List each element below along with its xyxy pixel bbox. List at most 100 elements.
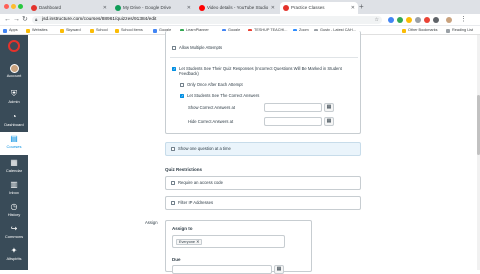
require-code-label: Require an access code: [178, 180, 223, 185]
divider: [170, 57, 358, 58]
browser-tab[interactable]: My Drive - Google Drive ✕: [112, 2, 194, 14]
back-icon[interactable]: ←: [4, 15, 11, 25]
browser-tab-strip: Dashboard ✕ My Drive - Google Drive ✕ Vi…: [0, 0, 480, 14]
bookmark-reading-list[interactable]: Reading List: [446, 27, 473, 34]
browser-tab[interactable]: Dashboard ✕: [28, 2, 110, 14]
forward-icon[interactable]: →: [13, 15, 20, 25]
require-code-option: Require an access code: [165, 176, 361, 190]
one-question-checkbox[interactable]: [171, 147, 175, 151]
only-once-checkbox[interactable]: [180, 83, 184, 87]
assign-label: Assign: [145, 220, 158, 225]
filter-ip-option: Filter IP Addresses: [165, 196, 361, 210]
only-once-label: Only Once After Each Attempt: [187, 82, 243, 87]
close-tab-icon[interactable]: ✕: [103, 2, 107, 14]
close-tab-icon[interactable]: ✕: [187, 2, 191, 14]
bookmark[interactable]: Skyward: [60, 27, 81, 34]
canvas-favicon-icon: [31, 5, 37, 11]
bookmark[interactable]: School: [90, 27, 108, 34]
nav-label: Admin: [8, 99, 20, 104]
browser-tab[interactable]: Video details - YouTube Studio ✕: [196, 2, 278, 14]
nav-label: Commons: [4, 234, 24, 239]
canvas-favicon-icon: [283, 5, 289, 11]
menu-dots-icon[interactable]: ⋮: [460, 15, 467, 25]
show-correct-at-label: Show Correct Answers at: [188, 105, 236, 110]
clock-icon: ◷: [10, 202, 18, 211]
calendar-icon: ▦: [10, 158, 18, 167]
due-heading: Due: [172, 257, 181, 262]
drive-favicon-icon: [115, 5, 121, 11]
nav-account[interactable]: Account: [0, 62, 28, 83]
avatar: [9, 64, 19, 73]
bookmark-apps[interactable]: Apps: [3, 27, 18, 34]
nav-label: Courses: [6, 144, 22, 149]
bookmark-star-icon[interactable]: ☆: [375, 16, 379, 24]
extension-icon[interactable]: [415, 17, 421, 23]
close-window-icon[interactable]: [4, 4, 9, 9]
nav-commons[interactable]: ↪ Commons: [0, 222, 28, 243]
remove-tag-icon[interactable]: ✕: [196, 240, 199, 244]
altspirits-icon: ✦: [10, 246, 18, 255]
show-correct-date-input[interactable]: [264, 103, 322, 112]
tab-title: My Drive - Google Drive: [123, 5, 172, 10]
commons-icon: ↪: [10, 224, 18, 233]
nav-inbox[interactable]: ▥ Inbox: [0, 178, 28, 199]
url-text: jsd.instructure.com/courses/88961/quizze…: [42, 17, 157, 22]
maximize-window-icon[interactable]: [18, 4, 23, 9]
filter-ip-checkbox[interactable]: [171, 201, 175, 205]
inbox-icon: ▥: [10, 180, 18, 189]
assignee-tag[interactable]: Everyone ✕: [176, 238, 203, 245]
minimize-window-icon[interactable]: [11, 4, 16, 9]
nav-label: Inbox: [9, 190, 19, 195]
one-question-option[interactable]: Show one question at a time: [165, 142, 361, 156]
hide-correct-at-label: Hide Correct Answers at: [188, 119, 234, 124]
dashboard-icon: ◔: [11, 112, 17, 121]
youtube-favicon-icon: [199, 5, 205, 11]
allow-multiple-checkbox[interactable]: [172, 46, 176, 50]
nav-calendar[interactable]: ▦ Calendar: [0, 156, 28, 177]
new-tab-icon[interactable]: +: [359, 2, 364, 12]
one-question-label: Show one question at a time: [178, 146, 231, 151]
nav-altspirits[interactable]: ✦ Altspirits: [0, 244, 28, 265]
nav-dashboard[interactable]: ◔ Dashboard: [0, 110, 28, 131]
quiz-edit-content: Allow Multiple Attempts ✓ Let Students S…: [28, 31, 480, 274]
assign-to-input[interactable]: Everyone ✕: [172, 235, 285, 248]
assignee-text: Everyone: [179, 239, 196, 244]
nav-label: Account: [6, 73, 22, 78]
filter-ip-label: Filter IP Addresses: [178, 200, 214, 205]
extension-icon[interactable]: [397, 17, 403, 23]
see-correct-checkbox[interactable]: ✓: [180, 94, 184, 98]
nav-label: Altspirits: [6, 256, 22, 261]
assign-card: Assign to Everyone ✕ Due ▦: [165, 220, 312, 274]
quiz-restrictions-heading: Quiz Restrictions: [165, 167, 203, 172]
extension-icon[interactable]: [424, 17, 430, 23]
global-nav: Account ⛨ Admin ◔ Dashboard ▤ Courses ▦ …: [0, 35, 28, 270]
allow-multiple-label: Allow Multiple Attempts: [179, 45, 223, 50]
browser-tab-active[interactable]: Practice Classes ✕: [280, 2, 358, 14]
calendar-icon[interactable]: ▦: [324, 117, 334, 126]
lock-icon: 🔒︎: [35, 17, 38, 22]
bookmark[interactable]: Websites: [26, 27, 48, 34]
nav-label: History: [7, 212, 21, 217]
canvas-logo-icon[interactable]: [8, 40, 20, 52]
calendar-icon[interactable]: ▦: [324, 103, 334, 112]
require-code-checkbox[interactable]: [171, 181, 175, 185]
close-tab-icon[interactable]: ✕: [351, 2, 355, 14]
address-bar[interactable]: 🔒︎ jsd.instructure.com/courses/88961/qui…: [32, 16, 382, 24]
nav-history[interactable]: ◷ History: [0, 200, 28, 221]
see-responses-checkbox[interactable]: ✓: [172, 67, 176, 71]
extension-icon[interactable]: [388, 17, 394, 23]
reload-icon[interactable]: ↻: [22, 15, 28, 25]
puzzle-icon[interactable]: [433, 17, 439, 23]
nav-courses[interactable]: ▤ Courses: [0, 132, 28, 155]
bookmark-other[interactable]: Other Bookmarks: [402, 27, 438, 34]
bookmark[interactable]: School items: [115, 27, 143, 34]
nav-admin[interactable]: ⛨ Admin: [0, 87, 28, 108]
close-tab-icon[interactable]: ✕: [271, 2, 275, 14]
quiz-options-box: Allow Multiple Attempts ✓ Let Students S…: [165, 31, 361, 134]
profile-avatar[interactable]: [446, 17, 452, 23]
nav-label: Dashboard: [4, 122, 24, 127]
hide-correct-date-input[interactable]: [264, 117, 322, 126]
extension-icon[interactable]: [406, 17, 412, 23]
nav-label: Calendar: [5, 168, 23, 173]
shield-icon: ⛨: [11, 89, 17, 98]
